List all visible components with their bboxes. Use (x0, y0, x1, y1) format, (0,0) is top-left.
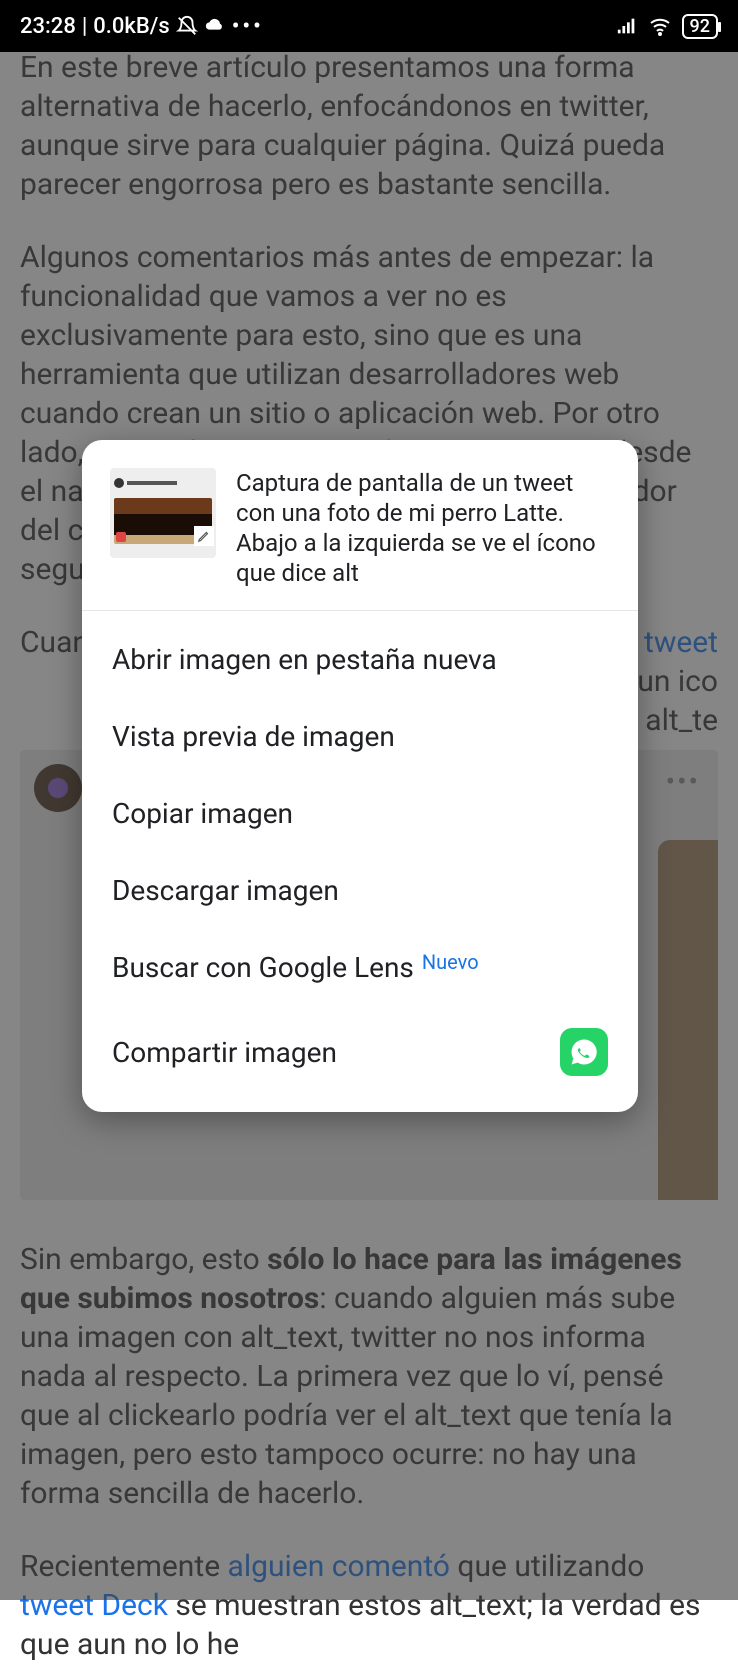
status-separator: | (82, 14, 87, 39)
battery-indicator: 92 (682, 14, 718, 39)
status-left: 23:28 | 0.0kB/s ••• (20, 14, 264, 39)
menu-open-new-tab[interactable]: Abrir imagen en pestaña nueva (82, 621, 638, 698)
menu-share-image[interactable]: Compartir imagen (82, 1006, 638, 1098)
context-menu-title: Captura de pantalla de un tweet con una … (236, 468, 610, 588)
status-time: 23:28 (20, 14, 76, 39)
image-context-menu: Captura de pantalla de un tweet con una … (82, 440, 638, 1112)
status-right: 92 (616, 14, 718, 39)
context-menu-thumbnail (110, 468, 216, 558)
menu-google-lens[interactable]: Buscar con Google Lens Nuevo (82, 929, 638, 1006)
notifications-muted-icon (176, 15, 198, 37)
menu-download-image[interactable]: Descargar imagen (82, 852, 638, 929)
status-net-speed: 0.0kB/s (93, 14, 169, 39)
alt-badge-icon (116, 532, 126, 542)
pencil-icon (194, 526, 214, 546)
new-badge: Nuevo (422, 950, 479, 974)
android-status-bar: 23:28 | 0.0kB/s ••• 92 (0, 0, 738, 52)
signal-icon (616, 15, 638, 37)
more-notifications-icon: ••• (232, 14, 264, 39)
context-menu-items: Abrir imagen en pestaña nueva Vista prev… (82, 611, 638, 1112)
wifi-icon (648, 14, 672, 38)
battery-level: 92 (690, 16, 710, 37)
menu-copy-image[interactable]: Copiar imagen (82, 775, 638, 852)
whatsapp-icon[interactable] (560, 1028, 608, 1076)
context-menu-header: Captura de pantalla de un tweet con una … (82, 440, 638, 611)
cloud-icon (204, 15, 226, 37)
menu-preview-image[interactable]: Vista previa de imagen (82, 698, 638, 775)
